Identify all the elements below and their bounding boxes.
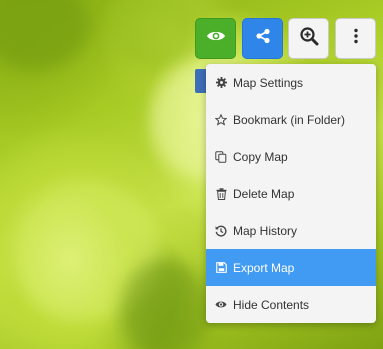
background-foliage [120,260,210,349]
menu-item-delete-map[interactable]: Delete Map [206,175,376,212]
menu-item-map-history[interactable]: Map History [206,212,376,249]
menu-item-export-map[interactable]: Export Map [206,249,376,286]
zoom-button[interactable] [288,18,329,59]
gear-icon [215,77,227,89]
menu-item-label: Bookmark (in Folder) [233,112,346,127]
map-options-menu: Map Settings Bookmark (in Folder) Copy M… [206,64,376,323]
map-canvas[interactable]: Map Settings Bookmark (in Folder) Copy M… [0,0,383,349]
eye-icon [206,29,226,48]
menu-item-label: Map History [233,223,298,238]
menu-item-hide-contents[interactable]: Hide Contents [206,286,376,323]
share-button[interactable] [242,18,283,59]
star-icon [215,113,227,126]
eye-button[interactable] [195,18,236,59]
menu-item-label: Map Settings [233,75,304,90]
menu-item-label: Copy Map [233,149,288,164]
copy-icon [215,150,227,163]
menu-item-label: Export Map [233,260,295,275]
menu-item-copy-map[interactable]: Copy Map [206,138,376,175]
background-foliage [110,0,200,70]
zoom-in-icon [299,26,319,51]
eye-icon [215,299,227,311]
menu-item-label: Hide Contents [233,297,310,312]
menu-item-bookmark[interactable]: Bookmark (in Folder) [206,101,376,138]
menu-item-map-settings[interactable]: Map Settings [206,64,376,101]
history-icon [215,225,227,237]
save-icon [215,262,227,274]
menu-item-label: Delete Map [233,186,295,201]
background-foliage [0,0,90,70]
kebab-menu-icon [353,28,359,49]
map-toolbar [195,18,376,60]
trash-icon [215,187,227,200]
share-icon [255,28,271,49]
more-button[interactable] [335,18,376,59]
